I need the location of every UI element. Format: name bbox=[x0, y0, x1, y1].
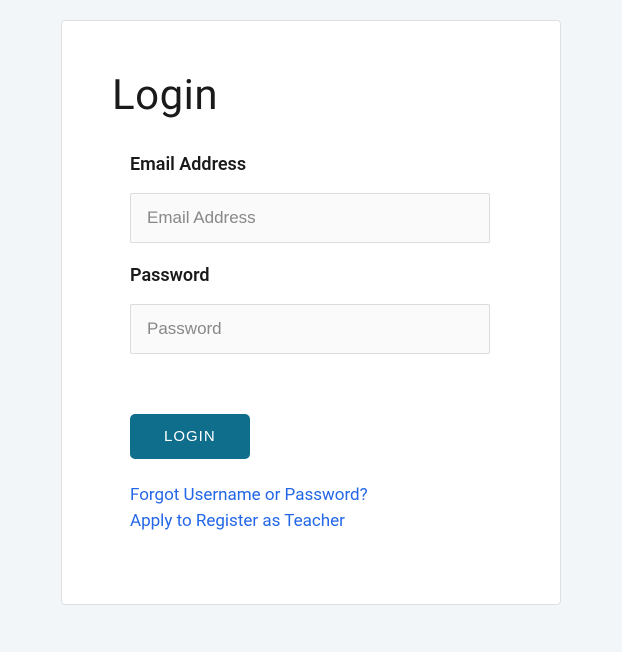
password-field[interactable] bbox=[130, 304, 490, 354]
login-form: Email Address Password LOGIN Forgot User… bbox=[112, 154, 510, 534]
password-group: Password bbox=[130, 265, 510, 354]
email-group: Email Address bbox=[130, 154, 510, 243]
page-title: Login bbox=[112, 71, 510, 120]
links-area: Forgot Username or Password? Apply to Re… bbox=[130, 483, 510, 534]
button-row: LOGIN bbox=[130, 414, 510, 459]
password-label: Password bbox=[130, 265, 510, 286]
email-field[interactable] bbox=[130, 193, 490, 243]
email-label: Email Address bbox=[130, 154, 510, 175]
login-card: Login Email Address Password LOGIN Forgo… bbox=[61, 20, 561, 605]
login-button[interactable]: LOGIN bbox=[130, 414, 250, 459]
forgot-link[interactable]: Forgot Username or Password? bbox=[130, 483, 510, 509]
register-teacher-link[interactable]: Apply to Register as Teacher bbox=[130, 509, 510, 535]
